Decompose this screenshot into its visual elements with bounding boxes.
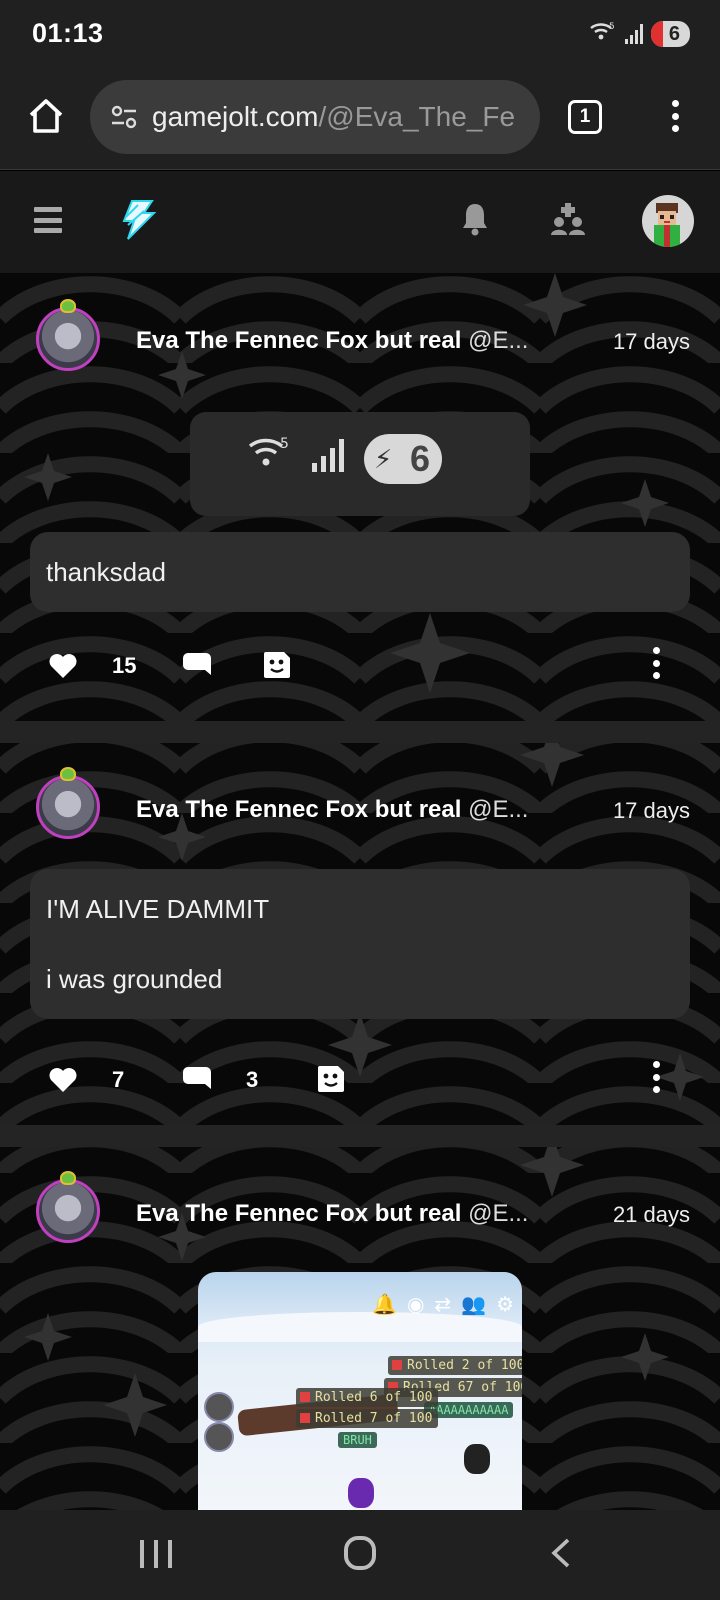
user-avatar[interactable] (642, 195, 694, 247)
post-image[interactable]: 5 6 (190, 412, 530, 516)
author-handle[interactable]: @E... (468, 1200, 528, 1227)
home-icon[interactable] (26, 96, 66, 136)
author-line[interactable]: Eva The Fennec Fox but real @E... (136, 1200, 528, 1228)
author-line[interactable]: Eva The Fennec Fox but real @E... (136, 327, 528, 355)
post-body: thanksdad (30, 532, 690, 612)
wifi-icon: 5 (589, 20, 617, 48)
profile-feed: Eva The Fennec Fox but real @E... 17 day… (0, 273, 720, 1510)
signal-icon (624, 24, 643, 44)
site-settings-icon[interactable] (110, 103, 138, 131)
post-card: Eva The Fennec Fox but real @E... 17 day… (0, 743, 720, 1125)
post-card: Eva The Fennec Fox but real @E... 21 day… (0, 1147, 720, 1510)
like-count[interactable]: 15 (112, 653, 136, 679)
gamejolt-logo-icon[interactable] (118, 199, 158, 241)
post-timestamp[interactable]: 17 days (613, 329, 690, 355)
wifi-icon: 5 (248, 434, 292, 477)
signal-icon (312, 438, 344, 472)
game-side-avatar (204, 1392, 234, 1422)
url-text: gamejolt.com/@Eva_The_Fe (152, 101, 515, 133)
author-avatar[interactable] (36, 307, 100, 371)
svg-text:5: 5 (280, 436, 289, 452)
author-name[interactable]: Eva The Fennec Fox but real (136, 1200, 461, 1227)
hamburger-menu-icon[interactable] (34, 207, 62, 233)
game-chat-message: Rolled 7 of 100 (296, 1409, 439, 1428)
recents-icon[interactable] (140, 1540, 172, 1568)
game-green-tag: BRUH (338, 1432, 377, 1448)
post-more-options-icon[interactable] (650, 647, 662, 679)
post-actions: 7 3 (0, 1059, 720, 1099)
post-divider (0, 721, 720, 743)
author-handle[interactable]: @E... (468, 327, 528, 354)
notifications-bell-icon[interactable] (460, 201, 490, 237)
system-navigation-bar (0, 1510, 720, 1600)
game-toolbar: 🔔 ◉ ⇄ 👥 ⚙ (372, 1292, 514, 1317)
status-icons: 5 6 (589, 20, 690, 48)
avatar-badge-icon (60, 299, 76, 313)
avatar-badge-icon (60, 1171, 76, 1185)
browser-toolbar: gamejolt.com/@Eva_The_Fe 1 (0, 66, 720, 170)
sticker-icon[interactable] (316, 1064, 346, 1094)
battery-icon: 6 (650, 21, 690, 47)
back-chevron-icon[interactable] (548, 1538, 572, 1568)
game-bell-icon: 🔔 (372, 1294, 397, 1316)
system-home-icon[interactable] (344, 1536, 376, 1570)
game-players-icon: 👥 (461, 1294, 487, 1316)
author-avatar[interactable] (36, 775, 100, 839)
author-name[interactable]: Eva The Fennec Fox but real (136, 796, 461, 823)
comment-bubble-icon[interactable] (182, 651, 212, 679)
post-more-options-icon[interactable] (650, 1061, 662, 1093)
post-timestamp[interactable]: 17 days (613, 798, 690, 824)
post-actions: 15 (0, 645, 720, 685)
game-character (464, 1444, 490, 1474)
post-image[interactable]: 🔔 ◉ ⇄ 👥 ⚙ Rolled 2 of 100 Rolled 67 of 1… (198, 1272, 522, 1510)
avatar-badge-icon (60, 767, 76, 781)
svg-text:5: 5 (609, 22, 615, 32)
url-path: /@Eva_The_Fe (318, 101, 516, 132)
game-settings-icon: ⚙ (496, 1294, 514, 1316)
like-heart-icon[interactable] (48, 1067, 78, 1093)
author-line[interactable]: Eva The Fennec Fox but real @E... (136, 796, 528, 824)
like-heart-icon[interactable] (48, 653, 78, 679)
post-text: I'M ALIVE DAMMIT (46, 894, 270, 924)
browser-menu-icon[interactable] (660, 96, 690, 136)
game-swap-icon: ⇄ (434, 1294, 452, 1316)
comment-count[interactable]: 3 (246, 1067, 258, 1093)
status-time: 01:13 (32, 18, 104, 48)
site-header (0, 171, 720, 273)
game-character (348, 1478, 374, 1508)
post-body: I'M ALIVE DAMMIT i was grounded (30, 869, 690, 1019)
post-text: i was grounded (46, 964, 223, 994)
url-domain: gamejolt.com (152, 101, 319, 132)
sticker-icon[interactable] (262, 650, 292, 680)
status-bar: 01:13 5 6 (0, 0, 720, 66)
game-chat-message: Rolled 6 of 100 (296, 1388, 439, 1407)
battery-icon: 6 (364, 434, 442, 484)
author-name[interactable]: Eva The Fennec Fox but real (136, 327, 461, 354)
post-divider (0, 1125, 720, 1147)
author-handle[interactable]: @E... (468, 796, 528, 823)
game-side-avatar (204, 1422, 234, 1452)
address-bar[interactable]: gamejolt.com/@Eva_The_Fe (90, 80, 540, 154)
author-avatar[interactable] (36, 1179, 100, 1243)
comment-bubble-icon[interactable] (182, 1065, 212, 1093)
game-chat-icon: ◉ (406, 1294, 425, 1316)
post-text: thanksdad (46, 557, 166, 587)
like-count[interactable]: 7 (112, 1067, 124, 1093)
post-timestamp[interactable]: 21 days (613, 1202, 690, 1228)
post-card: Eva The Fennec Fox but real @E... 17 day… (0, 273, 720, 721)
tab-switcher-button[interactable]: 1 (568, 100, 602, 134)
game-chat-message: Rolled 2 of 100 (388, 1356, 522, 1375)
friends-add-icon[interactable] (550, 201, 586, 237)
